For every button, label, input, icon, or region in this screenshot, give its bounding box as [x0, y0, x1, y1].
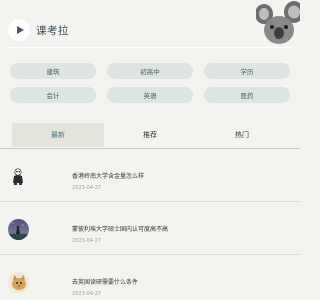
article-title[interactable]: 蒙彼利埃大学硕士国内认可度高不高	[72, 224, 168, 233]
content-tabs: 最新 推荐 热门	[12, 123, 288, 147]
article-date: 2023-04-27	[72, 291, 102, 297]
logo-button[interactable]	[8, 19, 30, 41]
tab-popular[interactable]: 热门	[196, 123, 288, 147]
article-date: 2023-04-27	[72, 238, 102, 244]
brand-name: 课考拉	[36, 25, 69, 37]
play-icon	[16, 26, 24, 34]
list-item[interactable]: 蒙彼利埃大学硕士国内认可度高不高 2023-04-27	[0, 202, 300, 255]
category-chip-medicine[interactable]: 医药	[204, 87, 290, 103]
category-chip-degree[interactable]: 学历	[204, 63, 290, 79]
panda-figure-thumbnail	[8, 166, 29, 187]
list-item[interactable]: 去英国读研需要什么条件 2023-04-27	[0, 255, 300, 300]
category-grid: 建筑 初高中 学历 会计 英语 医药	[10, 63, 292, 103]
category-chip-english[interactable]: 英语	[107, 87, 193, 103]
night-sky-person-thumbnail	[8, 219, 29, 240]
koala-mascot-icon	[256, 1, 300, 44]
article-title[interactable]: 香港岭南大学含金量怎么样	[72, 171, 144, 180]
tab-recommended[interactable]: 推荐	[104, 123, 196, 147]
cat-photo-thumbnail	[8, 272, 29, 293]
category-chip-architecture[interactable]: 建筑	[10, 63, 96, 79]
app-header: 课考拉	[0, 0, 300, 50]
category-chip-accounting[interactable]: 会计	[10, 87, 96, 103]
article-list: 香港岭南大学含金量怎么样 2023-04-27 蒙彼利埃大学硕士国内认可度高不高…	[0, 149, 300, 300]
article-title[interactable]: 去英国读研需要什么条件	[72, 277, 138, 286]
header-divider	[8, 47, 292, 48]
article-date: 2023-04-27	[72, 185, 102, 191]
category-chip-middle-high-school[interactable]: 初高中	[107, 63, 193, 79]
list-item[interactable]: 香港岭南大学含金量怎么样 2023-04-27	[0, 149, 300, 202]
tab-latest[interactable]: 最新	[12, 123, 104, 147]
